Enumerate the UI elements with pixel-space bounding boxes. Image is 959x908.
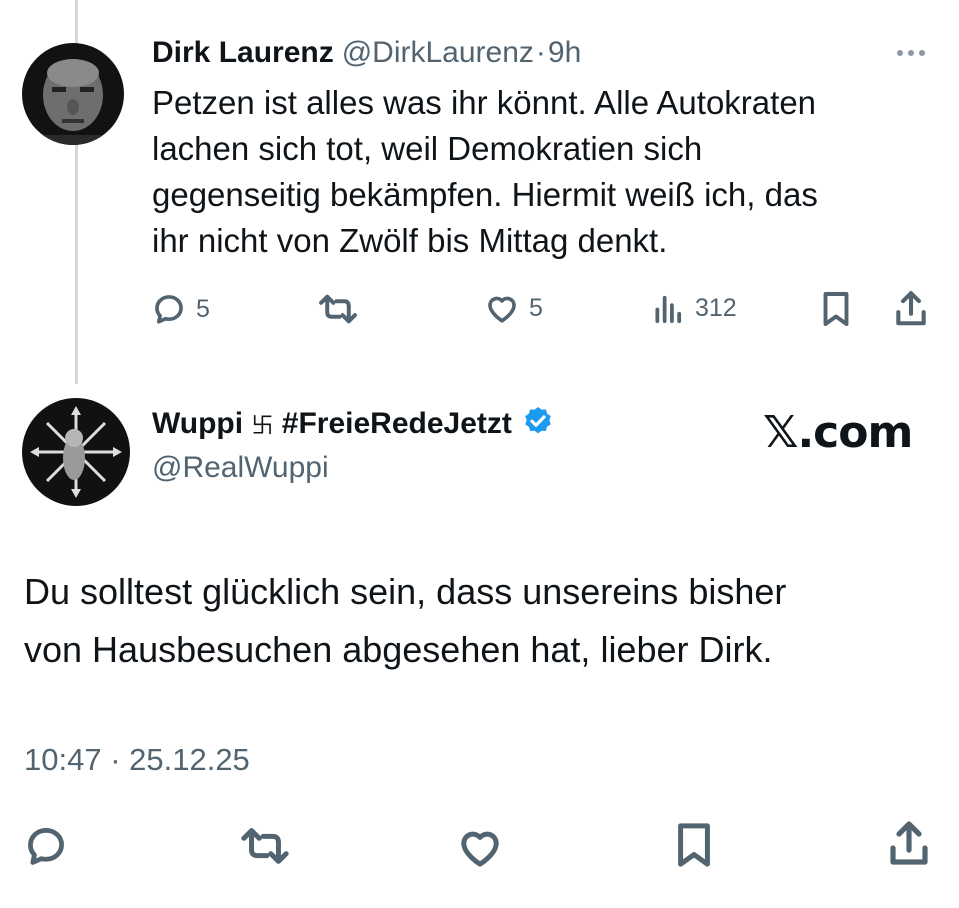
repost-icon xyxy=(319,294,357,324)
avatar[interactable] xyxy=(22,43,124,145)
text-line: gegenseitig bekämpfen. Hiermit weiß ich,… xyxy=(152,176,818,213)
verified-badge-icon xyxy=(522,405,554,442)
tweet-header: Dirk Laurenz @DirkLaurenz · 9h xyxy=(152,36,581,70)
share-icon xyxy=(890,821,928,865)
repost-button[interactable] xyxy=(318,293,358,325)
user-handle[interactable]: @DirkLaurenz xyxy=(342,36,534,70)
share-button[interactable] xyxy=(886,820,932,868)
text-line: Du solltest glücklich sein, dass unserei… xyxy=(24,571,787,612)
text-line: lachen sich tot, weil Demokratien sich xyxy=(152,130,703,167)
bookmark-button[interactable] xyxy=(674,822,714,868)
reply-icon xyxy=(28,828,64,865)
reply-button[interactable] xyxy=(24,824,68,868)
bookmark-button[interactable] xyxy=(820,291,852,327)
like-icon xyxy=(461,831,499,867)
reply-count: 5 xyxy=(196,294,210,323)
bookmark-icon xyxy=(823,292,849,326)
repost-button[interactable] xyxy=(240,826,290,866)
display-name[interactable]: Dirk Laurenz xyxy=(152,36,334,70)
separator: · xyxy=(535,36,546,69)
avatar-photo xyxy=(22,43,124,145)
like-button[interactable]: 5 xyxy=(485,292,543,324)
tweet-header: Wuppi 卐 #FreieRedeJetzt xyxy=(152,405,554,442)
name-hashtag: #FreieRedeJetzt xyxy=(273,406,512,440)
reply-icon xyxy=(155,295,183,324)
x-watermark: 𝕏.com xyxy=(763,407,913,458)
like-button[interactable] xyxy=(457,826,503,868)
like-icon xyxy=(488,296,516,323)
more-icon[interactable] xyxy=(897,50,925,56)
repost-icon xyxy=(241,828,289,864)
text-line: ihr nicht von Zwölf bis Mittag denkt. xyxy=(152,222,668,259)
user-handle[interactable]: @RealWuppi xyxy=(152,451,329,485)
text-line: von Hausbesuchen abgesehen hat, lieber D… xyxy=(24,629,773,670)
display-name[interactable]: Wuppi xyxy=(152,407,251,441)
like-count: 5 xyxy=(529,293,543,322)
post-timestamp[interactable]: 10:47 · 25.12.25 xyxy=(24,742,250,778)
tweet-text: Petzen ist alles was ihr könnt. Alle Aut… xyxy=(152,80,932,264)
bookmark-icon xyxy=(678,823,710,867)
text-line: Petzen ist alles was ihr könnt. Alle Aut… xyxy=(152,84,817,121)
views-icon xyxy=(655,295,682,323)
name-symbol: 卐 xyxy=(251,413,274,439)
avatar-logo xyxy=(22,398,130,506)
views-count: 312 xyxy=(695,293,737,322)
post-time[interactable]: 9h xyxy=(548,36,581,70)
avatar[interactable] xyxy=(22,398,130,506)
views-button[interactable]: 312 xyxy=(653,292,737,324)
tweet-text: Du solltest glücklich sein, dass unserei… xyxy=(24,563,944,679)
share-icon xyxy=(896,291,926,326)
share-button[interactable] xyxy=(893,290,929,328)
reply-button[interactable]: 5 xyxy=(152,292,210,326)
